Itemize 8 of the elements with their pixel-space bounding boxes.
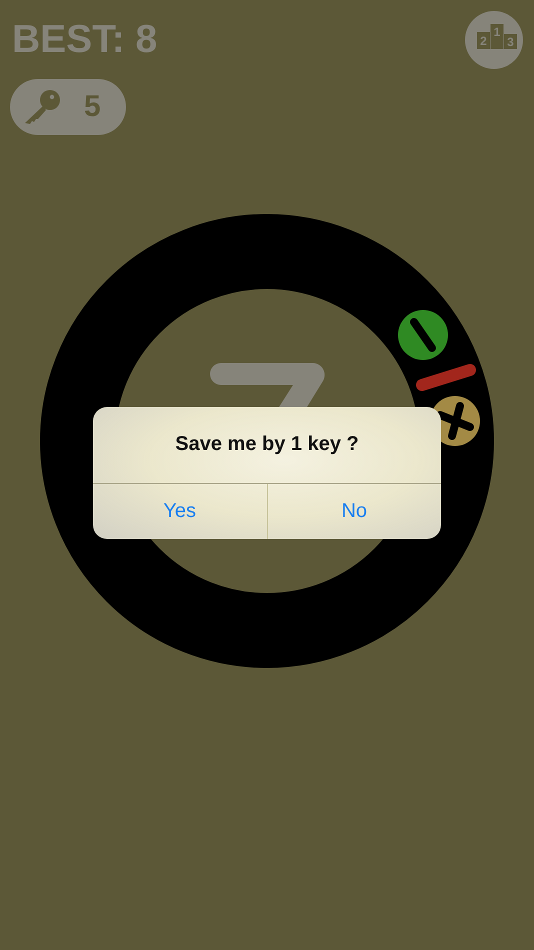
best-score: BEST: 8: [12, 19, 158, 61]
bar-token-icon: [416, 364, 476, 391]
key-count: 5: [84, 90, 101, 124]
minus-token-icon: [398, 310, 448, 360]
leaderboard-button[interactable]: 2 1 3: [465, 11, 523, 69]
dialog-button[interactable]: Yes: [93, 484, 266, 539]
dialog-message: Save me by 1 key ?: [174, 432, 360, 457]
dialog-button[interactable]: No: [266, 484, 441, 539]
